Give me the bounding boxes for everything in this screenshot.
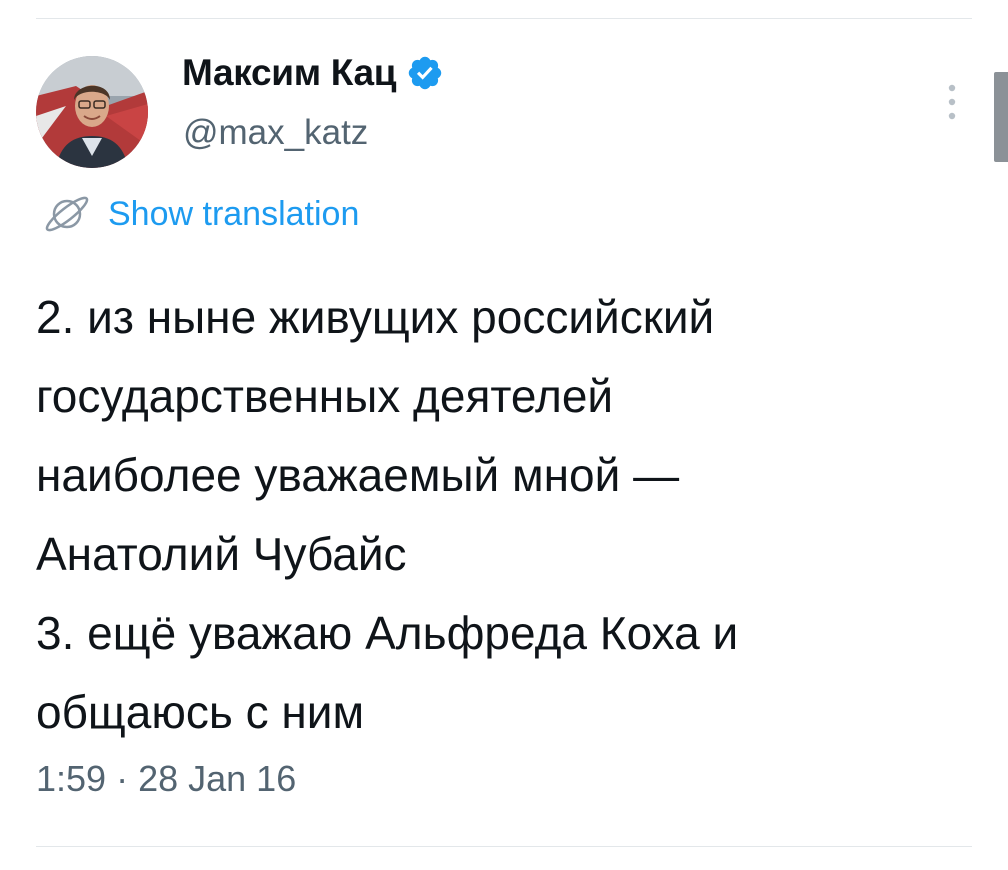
globe-icon — [45, 196, 89, 232]
author-name[interactable]: Максим Кац — [182, 52, 397, 94]
verified-badge-icon — [406, 54, 444, 92]
tweet-text: 2. из ныне живущих российский государств… — [36, 278, 976, 752]
tweet-timestamp[interactable]: 1:59 · 28 Jan 16 — [36, 758, 296, 800]
more-options-button[interactable] — [938, 82, 966, 122]
tweet-line: общаюсь с ним — [36, 686, 365, 738]
tweet-line: Анатолий Чубайс — [36, 528, 407, 580]
meta-separator: · — [106, 758, 139, 799]
tweet-line: наиболее уважаемый мной — — [36, 449, 680, 501]
show-translation-link[interactable]: Show translation — [40, 194, 359, 234]
avatar[interactable] — [36, 56, 148, 168]
tweet-line: 2. из ныне живущих российский — [36, 291, 715, 343]
bottom-divider — [36, 846, 972, 847]
author-handle[interactable]: @max_katz — [183, 113, 368, 153]
tweet-line: государственных деятелей — [36, 370, 614, 422]
profile-photo-icon — [36, 56, 148, 168]
tweet-date: 28 Jan 16 — [138, 758, 297, 799]
top-divider — [36, 18, 972, 19]
show-translation-label: Show translation — [108, 194, 360, 233]
author-row: Максим Кац — [182, 52, 444, 94]
tweet-time: 1:59 — [36, 758, 107, 799]
tweet-line: 3. ещё уважаю Альфреда Коха и — [36, 607, 739, 659]
vertical-ellipsis-icon — [948, 84, 956, 120]
scrollbar[interactable] — [994, 72, 1008, 162]
